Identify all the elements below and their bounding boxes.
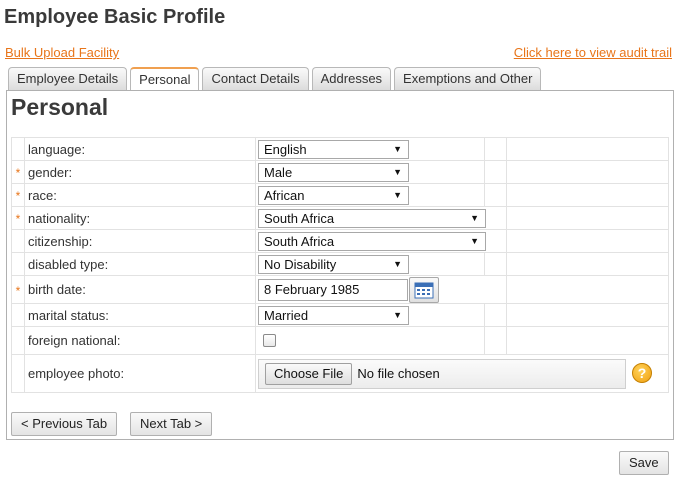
required-marker <box>11 137 25 161</box>
row-citizenship: citizenship: South Africa ▼ <box>11 229 669 253</box>
language-select[interactable]: English ▼ <box>258 139 409 159</box>
nationality-select[interactable]: South Africa ▼ <box>258 208 486 228</box>
next-tab-button[interactable]: Next Tab > <box>130 412 213 436</box>
tab-employee-details[interactable]: Employee Details <box>8 67 128 90</box>
chevron-down-icon: ▼ <box>393 259 402 269</box>
save-button[interactable]: Save <box>619 451 669 475</box>
required-marker <box>11 229 25 253</box>
birth-date-input[interactable]: 8 February 1985 <box>258 278 408 301</box>
tab-contact-details[interactable]: Contact Details <box>202 67 309 90</box>
language-value: English <box>264 141 307 157</box>
bulk-upload-link[interactable]: Bulk Upload Facility <box>5 45 119 60</box>
row-language: language: English ▼ <box>11 137 669 161</box>
marital-status-select[interactable]: Married ▼ <box>258 305 409 325</box>
tab-personal[interactable]: Personal <box>130 67 200 91</box>
personal-panel: Personal language: English ▼ * gender: M… <box>6 90 674 440</box>
disabled-type-select[interactable]: No Disability ▼ <box>258 254 409 274</box>
row-nationality: * nationality: South Africa ▼ <box>11 206 669 230</box>
row-gender: * gender: Male ▼ <box>11 160 669 184</box>
row-employee-photo: employee photo: Choose File No file chos… <box>11 354 669 393</box>
gender-select[interactable]: Male ▼ <box>258 162 409 182</box>
required-marker: * <box>11 160 25 184</box>
file-status: No file chosen <box>357 366 440 381</box>
birth-date-label: birth date: <box>24 275 256 304</box>
citizenship-value: South Africa <box>264 233 335 249</box>
required-marker: * <box>11 183 25 207</box>
race-select[interactable]: African ▼ <box>258 185 409 205</box>
chevron-down-icon: ▼ <box>393 310 402 320</box>
foreign-national-label: foreign national: <box>24 326 256 355</box>
race-value: African <box>264 187 305 203</box>
previous-tab-button[interactable]: < Previous Tab <box>11 412 118 436</box>
required-marker <box>11 252 25 276</box>
personal-form: language: English ▼ * gender: Male ▼ * r… <box>11 137 669 393</box>
tab-exemptions-and-other[interactable]: Exemptions and Other <box>394 67 542 90</box>
language-label: language: <box>24 137 256 161</box>
tab-addresses[interactable]: Addresses <box>311 67 392 90</box>
foreign-national-checkbox[interactable] <box>263 334 276 347</box>
chevron-down-icon: ▼ <box>393 190 402 200</box>
race-label: race: <box>24 183 256 207</box>
tab-bar: Employee Details Personal Contact Detail… <box>8 67 542 91</box>
citizenship-select[interactable]: South Africa ▼ <box>258 231 486 251</box>
gender-value: Male <box>264 164 293 180</box>
required-marker <box>11 326 25 355</box>
required-marker: * <box>11 275 25 304</box>
calendar-icon[interactable] <box>409 276 439 303</box>
choose-file-button[interactable]: Choose File <box>265 362 353 385</box>
help-icon[interactable]: ? <box>632 363 652 383</box>
row-foreign-national: foreign national: <box>11 326 669 355</box>
row-disabled-type: disabled type: No Disability ▼ <box>11 252 669 276</box>
employee-photo-file-input[interactable]: Choose File No file chosen <box>258 358 626 389</box>
chevron-down-icon: ▼ <box>470 236 479 246</box>
audit-trail-link[interactable]: Click here to view audit trail <box>514 45 672 60</box>
required-marker <box>11 354 25 393</box>
row-marital-status: marital status: Married ▼ <box>11 303 669 327</box>
row-birth-date: * birth date: 8 February 1985 <box>11 275 669 304</box>
row-race: * race: African ▼ <box>11 183 669 207</box>
required-marker <box>11 303 25 327</box>
disabled-type-value: No Disability <box>264 256 337 272</box>
section-title: Personal <box>11 94 109 120</box>
chevron-down-icon: ▼ <box>470 213 479 223</box>
nationality-label: nationality: <box>24 206 256 230</box>
chevron-down-icon: ▼ <box>393 144 402 154</box>
chevron-down-icon: ▼ <box>393 167 402 177</box>
nationality-value: South Africa <box>264 210 335 226</box>
citizenship-label: citizenship: <box>24 229 256 253</box>
disabled-type-label: disabled type: <box>24 252 256 276</box>
required-marker: * <box>11 206 25 230</box>
employee-photo-label: employee photo: <box>24 354 256 393</box>
marital-status-value: Married <box>264 307 309 323</box>
marital-status-label: marital status: <box>24 303 256 327</box>
page-title: Employee Basic Profile <box>4 6 226 28</box>
gender-label: gender: <box>24 160 256 184</box>
